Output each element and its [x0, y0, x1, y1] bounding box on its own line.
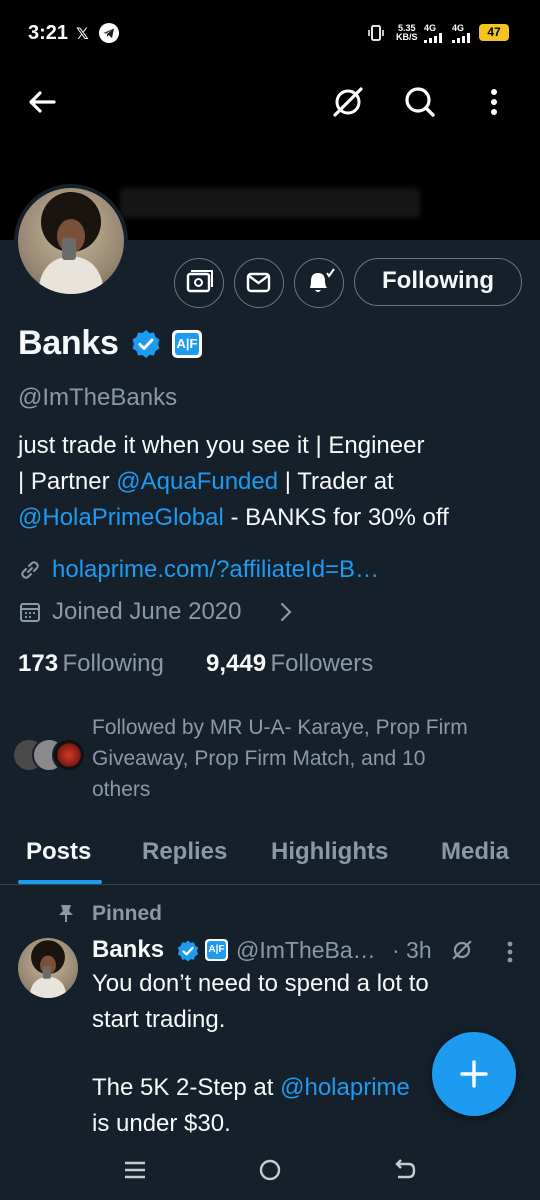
post-text-line-3: The 5K 2-Step at @holaprime [92, 1074, 410, 1101]
subscribe-button[interactable] [174, 258, 224, 308]
post-mention-holaprime[interactable]: @holaprime [280, 1074, 410, 1101]
tab-highlights[interactable]: Highlights [271, 838, 388, 866]
follower-avatar-3 [52, 738, 86, 772]
followers-count: 9,449 [206, 650, 267, 677]
website-link[interactable]: holaprime.com/?affiliateId=B… [52, 556, 379, 584]
message-button[interactable] [234, 258, 284, 308]
post-more-icon[interactable] [498, 938, 522, 966]
avatar-image [18, 188, 124, 294]
affiliate-badge-label: A|F [175, 333, 199, 355]
affiliate-badge[interactable]: A|F [172, 330, 202, 358]
joined-date: Joined June 2020 [52, 598, 242, 625]
tab-divider [0, 884, 540, 885]
calendar-icon [18, 600, 42, 624]
tab-posts[interactable]: Posts [26, 838, 91, 866]
battery-indicator: 47 [479, 24, 509, 41]
bio-line-1: just trade it when you see it | Engineer [18, 432, 425, 459]
post-text-line-4: is under $30. [92, 1110, 231, 1137]
profile-handle: @ImTheBanks [18, 384, 178, 411]
banner-blurred-title [120, 188, 420, 218]
home-icon[interactable] [258, 1158, 282, 1182]
following-button[interactable]: Following [354, 258, 522, 306]
back-nav-icon[interactable] [392, 1158, 418, 1182]
bio-line-2: | Partner @AquaFunded | Trader at [18, 468, 394, 495]
bio-mention-holaprimeglobal[interactable]: @HolaPrimeGlobal [18, 504, 224, 531]
network-speed: 5.35 KB/S [396, 23, 418, 42]
bio-line-3: @HolaPrimeGlobal - BANKS for 30% off [18, 504, 449, 531]
profile-avatar[interactable] [14, 184, 128, 298]
post-timestamp: · 3h [392, 937, 432, 963]
post-author-avatar[interactable] [18, 938, 78, 998]
network-type-1: 4G [424, 24, 442, 43]
followers-label: Followers [270, 650, 374, 677]
post-verified-badge-icon [176, 939, 200, 963]
status-bar: 3:21 𝕏 5.35 KB/S 4G 4G 47 [0, 0, 540, 64]
post-author-handle: @ImTheBa… [236, 937, 376, 963]
following-count: 173 [18, 650, 59, 677]
post-grok-icon[interactable] [448, 936, 476, 964]
following-label: Following [62, 650, 164, 677]
followed-by-text[interactable]: Followed by MR U-A- Karaye, Prop Firm Gi… [92, 712, 512, 805]
bio-mention-aquafunded[interactable]: @AquaFunded [116, 468, 278, 495]
network-type-2: 4G [452, 24, 470, 43]
pinned-label: Pinned [92, 902, 163, 925]
recent-apps-icon[interactable] [122, 1159, 148, 1181]
verified-badge-icon[interactable] [130, 328, 162, 360]
vibrate-icon [368, 24, 384, 42]
tab-replies[interactable]: Replies [142, 838, 227, 866]
post-author-name[interactable]: Banks [92, 936, 164, 964]
pin-icon [56, 902, 76, 924]
back-arrow-icon[interactable] [20, 80, 64, 124]
system-navigation-bar [0, 1140, 540, 1200]
more-vertical-icon[interactable] [472, 80, 516, 124]
followers-stat[interactable]: 9,449 Followers [206, 650, 373, 678]
notifications-bell-button[interactable] [294, 258, 344, 308]
following-stat[interactable]: 173 Following [18, 650, 164, 678]
post-text-line-2: start trading. [92, 1006, 226, 1033]
tab-media[interactable]: Media [441, 838, 509, 866]
post-affiliate-badge-label: A|F [207, 941, 226, 959]
compose-post-button[interactable] [432, 1032, 516, 1116]
followers-you-know-avatars[interactable] [12, 738, 88, 778]
chevron-right-icon[interactable] [276, 601, 296, 623]
search-icon[interactable] [398, 80, 442, 124]
post-affiliate-badge: A|F [205, 939, 228, 961]
post-text-line-1: You don’t need to spend a lot to [92, 970, 429, 997]
telegram-notification-icon [99, 23, 119, 43]
x-notification-icon: 𝕏 [76, 26, 89, 43]
display-name: Banks [18, 324, 119, 362]
link-icon [18, 558, 42, 582]
grok-icon[interactable] [326, 80, 370, 124]
status-time: 3:21 [28, 22, 69, 44]
